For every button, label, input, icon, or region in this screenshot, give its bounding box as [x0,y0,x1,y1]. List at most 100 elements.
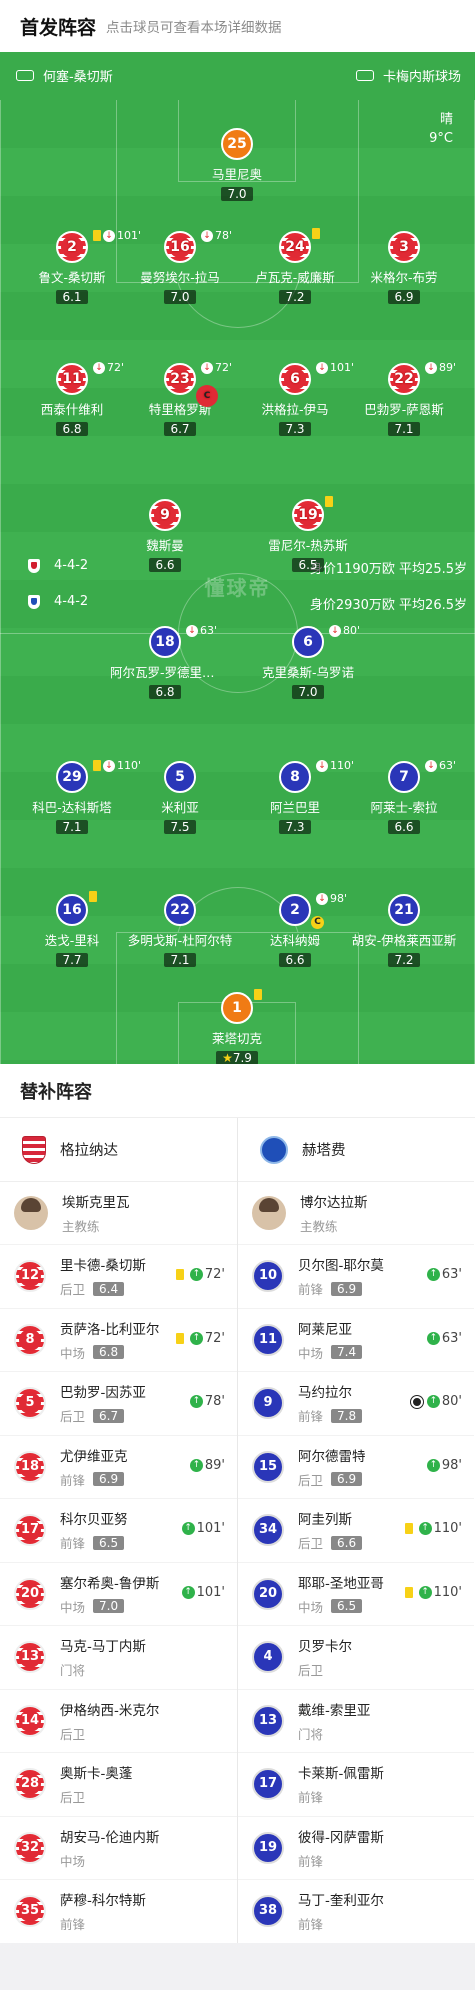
pitch-player[interactable]: 22 多明戈斯-杜阿尔特 7.1 [125,894,235,968]
bench-player-row[interactable]: 9 马约拉尔 前锋 7.8 ↑ 80' [238,1371,474,1435]
player-events: ↓ 98' [316,892,347,905]
pitch-player[interactable]: 5 米利亚 7.5 [125,761,235,835]
player-rating: 6.5 [292,558,324,572]
away-team-row[interactable]: 赫塔费 [238,1118,474,1182]
bench-player-info: 尤伊维亚克 前锋 6.9 [60,1445,178,1489]
bench-player-row[interactable]: 14 伊格纳西-米克尔 后卫 [0,1688,237,1753]
bench-player-info: 科尔贝亚努 前锋 6.5 [60,1508,178,1552]
home-coach-label: 何塞-桑切斯 [43,70,113,85]
player-events: ↓ 63' [186,624,217,637]
player-name: 克里桑斯-乌罗诺 [261,665,354,680]
pitch-player[interactable]: 24 卢瓦克-威廉斯 7.2 [240,228,350,305]
player-number-badge: 16 [164,231,196,263]
bench-player-row[interactable]: 28 奥斯卡-奥蓬 后卫 [0,1752,237,1816]
pitch-player[interactable]: 23 C ↓ 72' 特里格罗斯 6.7 [125,361,235,437]
bench-player-row[interactable]: 20 耶耶-圣地亚哥 中场 6.5 ↑ 110' [238,1561,474,1626]
bench-player-rating: 6.6 [331,1535,363,1550]
bench-player-row[interactable]: 17 卡莱斯-佩雷斯 前锋 [238,1752,474,1816]
player-number-badge: 2C [279,894,324,929]
bench-player-row[interactable]: 4 贝罗卡尔 后卫 [238,1625,474,1689]
bench-player-row[interactable]: 20 塞尔希奥-鲁伊斯 中场 7.0 ↑ 101' [0,1561,237,1626]
pitch-player[interactable]: 1 莱塔切克 ★7.9 [182,989,292,1064]
bench-player-row[interactable]: 12 里卡德-桑切斯 后卫 6.4 ↑ 72' [0,1244,237,1308]
bench-player-events: ↑ 101' [181,1585,225,1600]
pitch-player[interactable]: 21 胡安-伊格莱西亚斯 7.2 [349,894,459,968]
bench-player-meta: 后卫 6.4 [60,1279,178,1298]
pitch-player[interactable]: 22 ↓ 89' 巴勃罗-萨恩斯 7.1 [349,361,459,437]
home-coach-row[interactable]: 埃斯克里瓦 主教练 [0,1182,237,1244]
pitch-player[interactable]: 8 ↓ 110' 阿兰巴里 7.3 [240,759,354,835]
pitch-player[interactable]: 16 迭戈-里科 7.7 [17,891,127,968]
bench-player-rating: 7.0 [93,1599,125,1614]
bench-player-meta: 中场 7.4 [298,1343,416,1362]
bench-player-meta: 中场 6.8 [60,1343,178,1362]
bench-player-name: 戴维-索里亚 [298,1702,371,1719]
pitch-player[interactable]: 2 ↓ 101' 鲁文-桑切斯 6.1 [17,229,141,305]
bench-player-row[interactable]: 11 阿莱尼亚 中场 7.4 ↑ 63' [238,1307,474,1372]
away-coach-name: 博尔达拉斯 [300,1195,368,1211]
player-number-badge: 21 [388,894,420,926]
pitch-player[interactable]: 6 ↓ 80' 克里桑斯-乌罗诺 7.0 [253,624,363,700]
player-number: 23 [169,368,191,390]
sub-minute: 98' [330,892,348,905]
bench-player-row[interactable]: 18 尤伊维亚克 前锋 6.9 ↑ 89' [0,1434,237,1499]
bench-player-row[interactable]: 17 科尔贝亚努 前锋 6.5 ↑ 101' [0,1498,237,1562]
bench-player-row[interactable]: 34 阿圭列斯 后卫 6.6 ↑ 110' [238,1498,474,1562]
bench-player-row[interactable]: 15 阿尔德雷特 后卫 6.9 ↑ 98' [238,1434,474,1499]
player-number-badge: 2 [56,231,88,263]
sub-in-icon: ↑ [189,1331,203,1345]
player-number-badge: 22 [388,363,420,395]
pitch-player[interactable]: 19 雷尼尔-热苏斯 6.5 [253,496,363,573]
bench-player-row[interactable]: 8 贡萨洛-比利亚尔 中场 6.8 ↑ 72' [0,1307,237,1372]
sub-in-minute: 63' [441,1330,462,1346]
sub-minute: 63' [200,624,218,637]
pitch-player[interactable]: 7 ↓ 63' 阿莱士-索拉 6.6 [349,759,459,835]
stadium-icon [355,70,374,81]
player-name: 洪格拉-伊马 [261,402,329,417]
bench-player-row[interactable]: 19 彼得-冈萨雷斯 前锋 [238,1815,474,1880]
pitch-player[interactable]: 2 C ↓ 98' 达科纳姆 6.6 [240,892,350,968]
player-name: 阿兰巴里 [269,800,320,815]
bench-player-position: 后卫 [60,1790,86,1806]
temperature-text: 9°C [429,131,453,146]
yellow-card-icon [325,496,333,507]
bench-player-row[interactable]: 10 贝尔图-耶尔莫 前锋 6.9 ↑ 63' [238,1244,474,1308]
pitch-player[interactable]: 18 ↓ 63' 阿尔瓦罗-罗德里格斯 6.8 [110,624,220,700]
player-name: 米格尔-布劳 [370,270,438,285]
bench-player-row[interactable]: 5 巴勃罗-因苏亚 后卫 6.7 ↑ 78' [0,1371,237,1435]
player-rating: 6.6 [149,558,181,572]
sub-out-icon: ↓ [425,361,437,374]
player-number-badge: 17 [14,1514,46,1547]
yellow-card-icon [93,760,101,771]
sub-in-minute: 101' [196,1521,225,1536]
pitch-player[interactable]: 3 米格尔-布劳 6.9 [349,231,459,305]
pitch-player[interactable]: 11 ↓ 72' 西泰什维利 6.8 [17,361,127,437]
pitch-player[interactable]: 29 ↓ 110' 科巴-达科斯塔 7.1 [17,759,141,835]
bench-player-rating: 6.8 [93,1345,125,1360]
bench-player-row[interactable]: 13 戴维-索里亚 门将 [238,1688,474,1753]
pitch-player[interactable]: 9 魏斯曼 6.6 [110,499,220,573]
player-number: 11 [61,368,83,390]
granada-crest-icon [22,1135,46,1164]
player-number-badge: 25 [221,128,253,160]
player-number-badge: 3 [388,231,420,263]
bench-player-row[interactable]: 35 萨穆-科尔特斯 前锋 [0,1879,237,1943]
player-number-badge: 5 [14,1387,46,1420]
yellow-card-icon [89,891,97,902]
pitch-player[interactable]: 25 马里尼奥 7.0 [182,128,292,202]
player-name: 马里尼奥 [211,167,262,182]
getafe-crest-icon [260,1135,288,1164]
pitch-player[interactable]: 6 ↓ 101' 洪格拉-伊马 7.3 [240,361,354,437]
bench-player-meta: 中场 7.0 [60,1597,178,1616]
bench-panel: 格拉纳达 埃斯克里瓦 主教练 12 里卡德-桑切斯 后卫 6.4 ↑ 72' 8 贡萨洛-比利… [0,1118,475,1943]
bench-player-row[interactable]: 38 马丁-奎利亚尔 前锋 [238,1879,474,1943]
player-rating: 7.3 [279,422,311,436]
bench-player-row[interactable]: 13 马克-马丁内斯 门将 [0,1625,237,1689]
away-coach-row[interactable]: 博尔达拉斯 主教练 [238,1182,474,1244]
pitch-player[interactable]: 16 ↓ 78' 曼努埃尔-拉马 7.0 [125,229,235,305]
yellow-card-icon [93,230,101,241]
home-team-row[interactable]: 格拉纳达 [0,1118,237,1182]
bench-player-name: 贝尔图-耶尔莫 [298,1258,384,1275]
bench-player-info: 胡安马-伦迪内斯 中场 [60,1826,178,1870]
bench-player-row[interactable]: 32 胡安马-伦迪内斯 中场 [0,1815,237,1880]
